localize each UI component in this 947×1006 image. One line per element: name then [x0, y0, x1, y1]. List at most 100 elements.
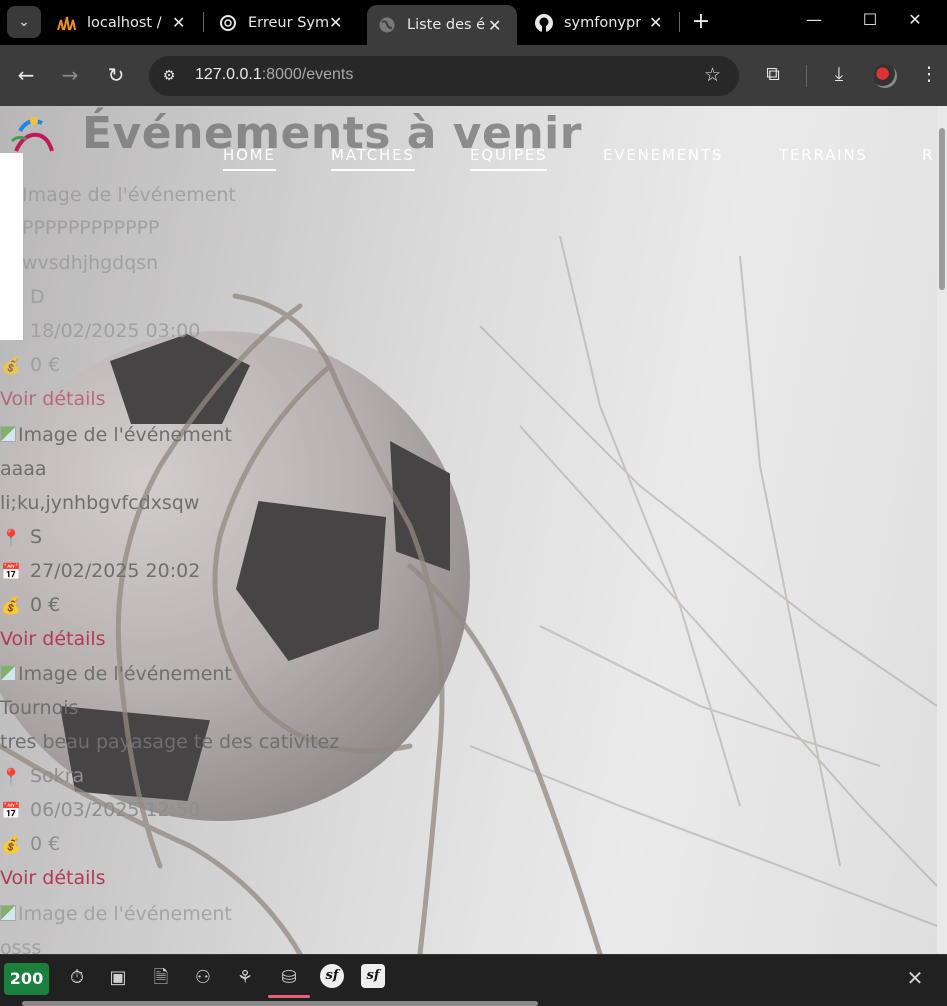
minimize-button[interactable]: — — [802, 10, 826, 29]
tab-erreur[interactable]: Erreur Sym ✕ — [217, 6, 357, 39]
github-icon — [533, 12, 555, 34]
time-icon[interactable]: ⏱ — [64, 965, 90, 991]
logs-icon[interactable]: 🗎 — [148, 965, 174, 991]
memory-icon[interactable]: ▣ — [105, 965, 131, 991]
new-tab-button[interactable]: + — [689, 9, 713, 35]
page-viewport: Événements à venir HOME MATCHES EQUIPES … — [0, 106, 937, 954]
event-title: PPPPPPPPPPPP — [22, 217, 160, 239]
broken-image-icon — [0, 665, 16, 681]
close-window-button[interactable]: ✕ — [903, 10, 927, 29]
event-description: li;ku,jynhbgvfcdxsqw — [0, 492, 200, 514]
tab-title: Erreur Sym — [248, 14, 330, 31]
event-price: 0 € — [30, 354, 61, 376]
close-icon[interactable]: ✕ — [329, 13, 342, 32]
event-title: osss — [0, 937, 42, 954]
broken-image-icon — [0, 426, 16, 442]
scrollbar-thumb[interactable] — [939, 128, 945, 290]
extensions-button[interactable]: ⧉ — [760, 63, 786, 85]
event-title: Tournois — [0, 697, 79, 719]
plus-icon: + — [691, 9, 711, 34]
event-date-row: 📅 06/03/2025 12:50 — [0, 799, 200, 821]
tab-title: symfonypr — [564, 14, 642, 31]
event-image-alt: Image de l'événement — [18, 663, 232, 685]
active-panel-indicator — [268, 995, 310, 998]
event-date: 27/02/2025 20:02 — [30, 560, 201, 582]
event-date: 06/03/2025 12:50 — [30, 799, 201, 821]
tab-title: localhost / — [87, 14, 162, 31]
nav-matches[interactable]: MATCHES — [331, 146, 415, 171]
close-icon[interactable]: ✕ — [649, 13, 662, 32]
event-details-link[interactable]: Voir détails — [0, 388, 106, 410]
toolbar-divider — [806, 65, 807, 87]
event-price-row: 💰 0 € — [0, 594, 60, 616]
url-text[interactable]: 127.0.0.1:8000/events — [195, 66, 353, 84]
back-button[interactable]: ← — [14, 64, 38, 86]
event-image-row: Image de l'événement — [0, 663, 232, 685]
twig-icon[interactable]: ⚘ — [232, 965, 258, 991]
nav-more[interactable]: R — [922, 146, 934, 164]
money-bag-icon: 💰 — [1, 596, 21, 615]
reload-icon: ↻ — [107, 63, 125, 87]
reload-button[interactable]: ↻ — [104, 64, 128, 86]
symfony-icon[interactable]: sf — [320, 964, 344, 988]
close-icon[interactable]: ✕ — [488, 16, 501, 35]
event-location: D — [30, 286, 45, 308]
symfony-config-icon[interactable]: sf — [361, 964, 385, 988]
maximize-icon: ☐ — [862, 10, 878, 29]
event-details-link[interactable]: Voir détails — [0, 628, 106, 650]
close-icon[interactable]: ✕ — [172, 13, 185, 32]
event-location-row: 📍 S — [0, 526, 42, 548]
money-bag-icon: 💰 — [1, 835, 21, 854]
event-description: wvsdhjhgdqsn — [22, 252, 159, 274]
tab-strip: ⌄ localhost / ✕ Erreur Sym ✕ Liste des é… — [0, 0, 947, 45]
puzzle-icon: ⧉ — [766, 63, 780, 85]
nav-home[interactable]: HOME — [223, 146, 276, 171]
menu-button[interactable]: ⋮ — [916, 63, 942, 85]
tab-liste-evenements[interactable]: Liste des é ✕ — [367, 5, 517, 45]
event-price: 0 € — [30, 833, 61, 855]
maximize-button[interactable]: ☐ — [858, 10, 882, 29]
nav-evenements[interactable]: EVENEMENTS — [603, 146, 723, 164]
tab-search-button[interactable]: ⌄ — [7, 6, 41, 38]
tab-github[interactable]: symfonypr ✕ — [533, 6, 673, 39]
url-host: 127.0.0.1 — [195, 66, 262, 83]
more-vertical-icon: ⋮ — [919, 63, 939, 85]
broken-image-icon — [0, 905, 16, 921]
horizontal-scrollbar[interactable] — [22, 1001, 538, 1006]
chevron-down-icon: ⌄ — [18, 14, 30, 30]
event-details-link[interactable]: Voir détails — [0, 867, 106, 889]
nav-terrains[interactable]: TERRAINS — [779, 146, 868, 164]
arrow-right-icon: → — [61, 63, 79, 87]
white-block — [0, 153, 23, 340]
database-icon[interactable]: ⛁ — [276, 965, 302, 991]
phpmyadmin-icon — [56, 12, 78, 34]
minimize-icon: — — [806, 10, 822, 29]
event-location: Sokra — [30, 765, 85, 787]
bookmark-star-icon[interactable]: ☆ — [704, 64, 721, 86]
tab-title: Liste des é — [407, 17, 486, 33]
tab-localhost[interactable]: localhost / ✕ — [56, 6, 196, 39]
nav-equipes[interactable]: EQUIPES — [470, 146, 548, 171]
url-path: :8000/events — [261, 66, 354, 83]
close-icon: ✕ — [906, 966, 924, 990]
event-title: aaaa — [0, 458, 47, 480]
download-icon: ⤓ — [834, 63, 844, 85]
event-image-row: Image de l'événement — [0, 903, 232, 925]
close-toolbar-button[interactable]: ✕ — [903, 966, 927, 990]
event-location-row: 📍 Sokra — [0, 765, 84, 787]
pin-icon: 📍 — [1, 528, 21, 547]
profile-avatar[interactable] — [873, 64, 897, 88]
event-price: 0 € — [30, 594, 61, 616]
forward-button[interactable]: → — [58, 64, 82, 86]
event-date-row: 📅 27/02/2025 20:02 — [0, 560, 200, 582]
site-info-icon[interactable]: ⚙ — [159, 66, 179, 86]
calendar-icon: 📅 — [1, 562, 21, 581]
downloads-button[interactable]: ⤓ — [826, 63, 852, 85]
user-icon[interactable]: ⚇ — [190, 965, 216, 991]
event-image-alt: Image de l'événement — [18, 903, 232, 925]
status-badge[interactable]: 200 — [4, 963, 49, 995]
address-bar[interactable]: ⚙ 127.0.0.1:8000/events ☆ — [149, 56, 739, 96]
symfony-debug-toolbar: 200 ⏱ ▣ 🗎 ⚇ ⚘ ⛁ sf sf ✕ — [0, 954, 947, 1006]
event-price-row: 💰 0 € — [0, 354, 60, 376]
openai-icon — [217, 12, 239, 34]
